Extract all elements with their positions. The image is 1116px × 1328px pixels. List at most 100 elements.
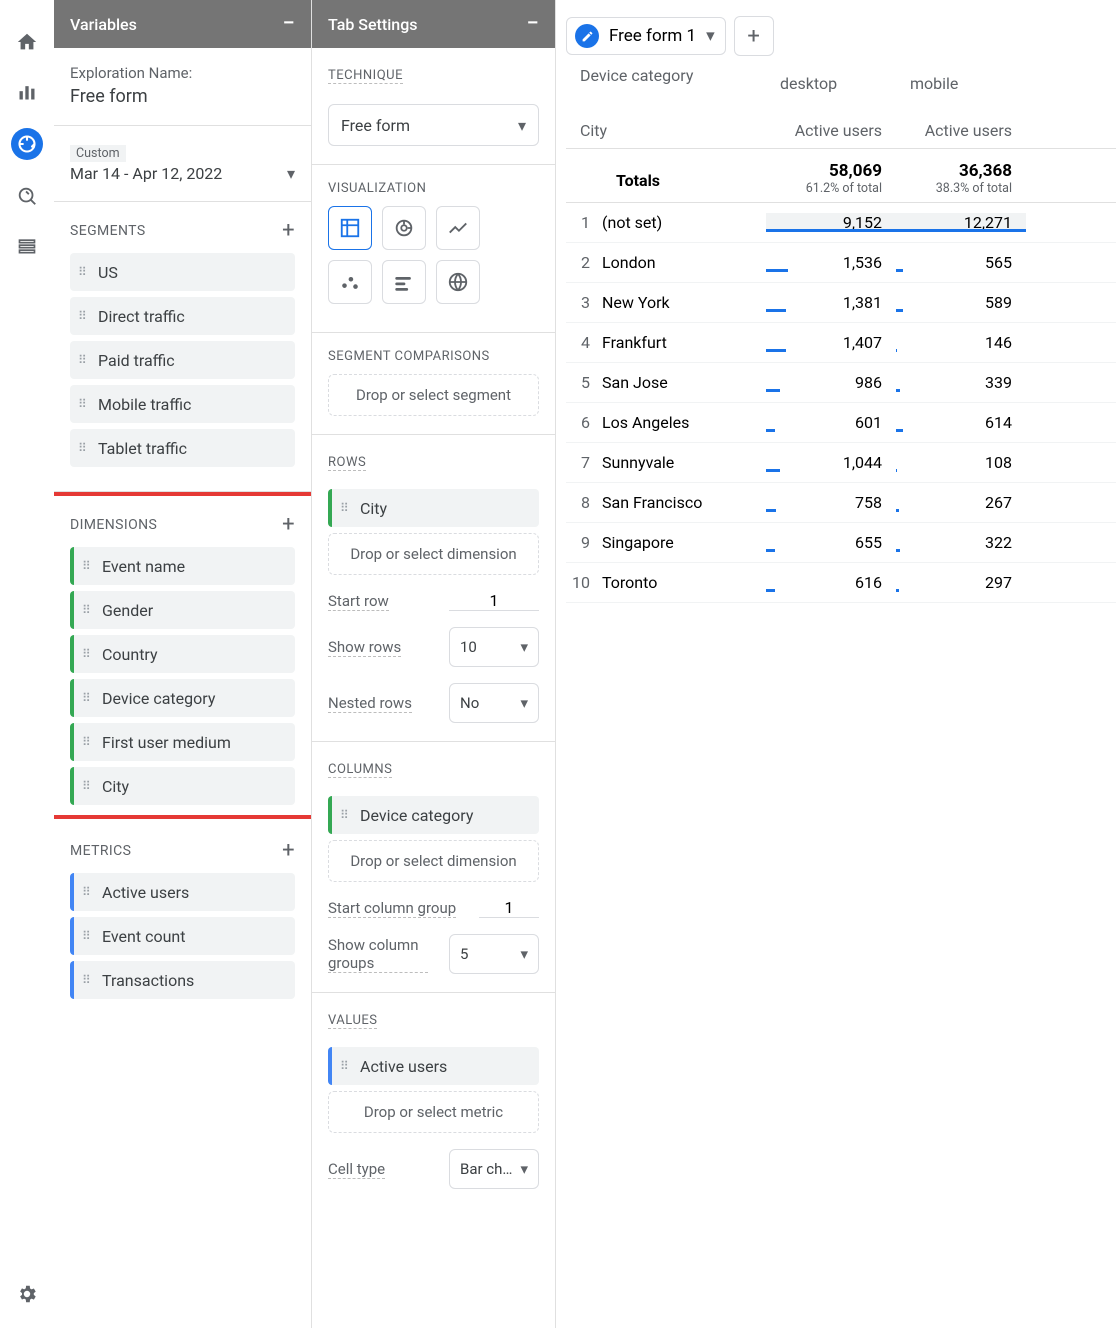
segment-dropzone[interactable]: Drop or select segment	[328, 374, 539, 416]
viz-line-icon[interactable]	[436, 206, 480, 250]
viz-donut-icon[interactable]	[382, 206, 426, 250]
row-index: 4	[566, 333, 602, 352]
dimension-chip-4[interactable]: ⠿First user medium	[70, 723, 295, 761]
drag-grip-icon: ⠿	[78, 357, 90, 363]
dimension-chip-0[interactable]: ⠿Event name	[70, 547, 295, 585]
table-row[interactable]: 7 Sunnyvale 1,044 108	[566, 443, 1116, 483]
row-value-2: 146	[896, 333, 1026, 352]
segment-comparisons-label: SEGMENT COMPARISONS	[328, 349, 539, 364]
add-segment-button[interactable]: +	[282, 218, 295, 243]
table-row[interactable]: 6 Los Angeles 601 614	[566, 403, 1116, 443]
row-value-2: 12,271	[896, 213, 1026, 232]
date-range-value: Mar 14 - Apr 12, 2022	[70, 164, 222, 183]
dimension-chip-3[interactable]: ⠿Device category	[70, 679, 295, 717]
table-row[interactable]: 5 San Jose 986 339	[566, 363, 1116, 403]
show-cols-select[interactable]: 5▾	[449, 934, 539, 974]
collapse-settings[interactable]: −	[527, 13, 539, 35]
visualization-label: VISUALIZATION	[328, 181, 539, 196]
date-range-type: Custom	[70, 145, 126, 162]
row-city: Sunnyvale	[602, 453, 766, 472]
home-icon[interactable]	[13, 28, 41, 56]
add-dimension-button[interactable]: +	[282, 512, 295, 537]
drag-grip-icon: ⠿	[340, 1063, 352, 1069]
explore-icon[interactable]	[11, 128, 43, 160]
start-row-label: Start row	[328, 592, 389, 611]
start-row-input[interactable]	[449, 591, 539, 611]
variables-title: Variables	[70, 15, 137, 34]
show-rows-select[interactable]: 10▾	[449, 627, 539, 667]
technique-select[interactable]: Free form ▾	[328, 104, 539, 146]
collapse-variables[interactable]: −	[283, 13, 295, 35]
tab-settings-title: Tab Settings	[328, 15, 418, 34]
dimensions-highlight: DIMENSIONS + ⠿Event name⠿Gender⠿Country⠿…	[54, 492, 311, 819]
row-value-1: 1,407	[766, 333, 896, 352]
table-row[interactable]: 1 (not set) 9,152 12,271	[566, 203, 1116, 243]
drag-grip-icon: ⠿	[340, 812, 352, 818]
drag-grip-icon: ⠿	[82, 977, 94, 983]
row-city: Frankfurt	[602, 333, 766, 352]
cell-type-select[interactable]: Bar ch…▾	[449, 1149, 539, 1189]
table-row[interactable]: 4 Frankfurt 1,407 146	[566, 323, 1116, 363]
dimensions-label: DIMENSIONS	[70, 517, 157, 533]
segment-chip-3[interactable]: ⠿Mobile traffic	[70, 385, 295, 423]
viz-bar-icon[interactable]	[382, 260, 426, 304]
table-row[interactable]: 3 New York 1,381 589	[566, 283, 1116, 323]
viz-geo-icon[interactable]	[436, 260, 480, 304]
drag-grip-icon: ⠿	[82, 651, 94, 657]
total-cell-2: 36,368 38.3% of total	[896, 151, 1026, 202]
nested-rows-select[interactable]: No▾	[449, 683, 539, 723]
configure-icon[interactable]	[13, 232, 41, 260]
row-dropzone[interactable]: Drop or select dimension	[328, 533, 539, 575]
row-city: San Jose	[602, 373, 766, 392]
date-range-picker[interactable]: Mar 14 - Apr 12, 2022 ▾	[70, 164, 295, 183]
segment-chip-0[interactable]: ⠿US	[70, 253, 295, 291]
metrics-label: METRICS	[70, 843, 131, 859]
tab-name: Free form 1	[609, 26, 696, 46]
row-value-1: 616	[766, 573, 896, 592]
drag-grip-icon: ⠿	[78, 445, 90, 451]
rows-chip-0[interactable]: ⠿City	[328, 489, 539, 527]
reports-icon[interactable]	[13, 78, 41, 106]
row-city: (not set)	[602, 213, 766, 232]
rows-label: ROWS	[328, 455, 366, 471]
values-chip-0[interactable]: ⠿Active users	[328, 1047, 539, 1085]
row-city: New York	[602, 293, 766, 312]
dimension-chip-1[interactable]: ⠿Gender	[70, 591, 295, 629]
row-index: 10	[566, 573, 602, 592]
add-metric-button[interactable]: +	[282, 838, 295, 863]
viz-scatter-icon[interactable]	[328, 260, 372, 304]
start-col-input[interactable]	[479, 898, 539, 918]
metric-header-1: Active users	[766, 113, 896, 148]
table-row[interactable]: 8 San Francisco 758 267	[566, 483, 1116, 523]
chevron-down-icon: ▾	[706, 26, 715, 46]
dimension-chip-2[interactable]: ⠿Country	[70, 635, 295, 673]
table-row[interactable]: 9 Singapore 655 322	[566, 523, 1116, 563]
row-value-2: 565	[896, 253, 1026, 272]
row-value-1: 1,381	[766, 293, 896, 312]
exploration-name[interactable]: Free form	[70, 86, 295, 107]
segment-chip-1[interactable]: ⠿Direct traffic	[70, 297, 295, 335]
segment-chip-4[interactable]: ⠿Tablet traffic	[70, 429, 295, 467]
col-dropzone[interactable]: Drop or select dimension	[328, 840, 539, 882]
segment-chip-2[interactable]: ⠿Paid traffic	[70, 341, 295, 379]
nested-rows-label: Nested rows	[328, 694, 412, 713]
row-value-1: 1,536	[766, 253, 896, 272]
row-index: 3	[566, 293, 602, 312]
add-tab-button[interactable]: +	[734, 16, 774, 56]
viz-table-icon[interactable]	[328, 206, 372, 250]
table-row[interactable]: 2 London 1,536 565	[566, 243, 1116, 283]
report-tab[interactable]: Free form 1 ▾	[566, 17, 726, 55]
metric-chip-2[interactable]: ⠿Transactions	[70, 961, 295, 999]
row-city: Los Angeles	[602, 413, 766, 432]
cols-chip-0[interactable]: ⠿Device category	[328, 796, 539, 834]
technique-value: Free form	[341, 116, 410, 135]
advertising-icon[interactable]	[13, 182, 41, 210]
table-row[interactable]: 10 Toronto 616 297	[566, 563, 1116, 603]
value-dropzone[interactable]: Drop or select metric	[328, 1091, 539, 1133]
metric-chip-1[interactable]: ⠿Event count	[70, 917, 295, 955]
col-header-1: desktop	[766, 66, 896, 113]
metric-chip-0[interactable]: ⠿Active users	[70, 873, 295, 911]
dimension-chip-5[interactable]: ⠿City	[70, 767, 295, 805]
row-value-1: 986	[766, 373, 896, 392]
gear-icon[interactable]	[13, 1280, 41, 1308]
